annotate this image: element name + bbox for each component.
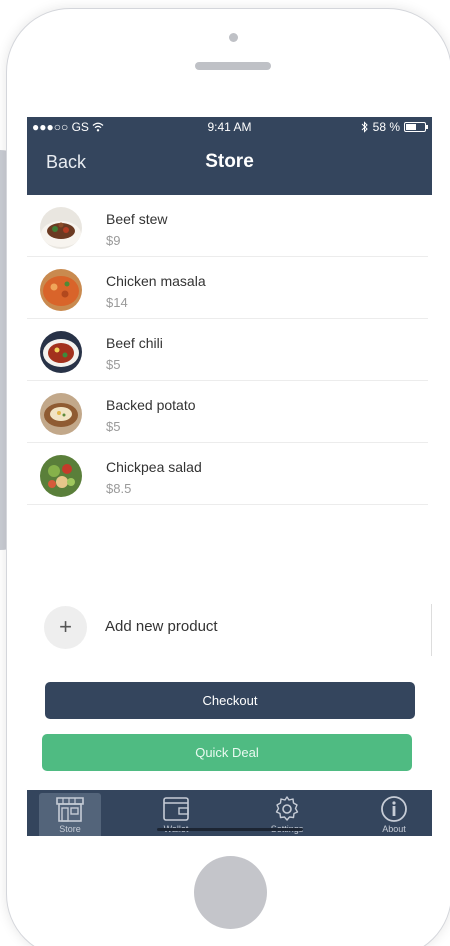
navigation-bar: Back Store — [27, 137, 432, 195]
product-row-chickpea-salad[interactable]: Chickpea salad $8.5 — [27, 443, 428, 505]
divider — [431, 604, 432, 656]
phone-frame: ●●●○○ GS 9:41 AM 58 % Back Store Beef st… — [6, 8, 450, 946]
tab-label: Store — [59, 824, 81, 834]
add-product-label: Add new product — [105, 618, 218, 635]
product-price: $14 — [106, 295, 128, 310]
product-price: $5 — [106, 357, 121, 372]
home-indicator — [157, 828, 303, 831]
chicken-masala-thumbnail — [40, 269, 82, 311]
store-icon — [56, 797, 84, 822]
product-price: $9 — [106, 233, 121, 248]
status-bar: ●●●○○ GS 9:41 AM 58 % — [27, 117, 432, 137]
product-price: $5 — [106, 419, 121, 434]
battery-icon — [404, 122, 428, 132]
product-name: Backed potato — [106, 397, 196, 413]
plus-icon[interactable]: + — [44, 606, 87, 649]
app-screen: ●●●○○ GS 9:41 AM 58 % Back Store Beef st… — [27, 117, 432, 836]
speaker-grille — [195, 62, 271, 70]
product-name: Beef stew — [106, 211, 168, 227]
tab-about[interactable]: About — [363, 793, 425, 836]
product-name: Chicken masala — [106, 273, 206, 289]
page-title: Store — [205, 151, 254, 172]
wallet-icon — [163, 797, 189, 821]
product-price: $8.5 — [106, 481, 132, 496]
product-row-backed-potato[interactable]: Backed potato $5 — [27, 381, 428, 443]
battery-percent: 58 % — [372, 120, 400, 134]
product-list: Beef stew $9 Chicken masala $14 Beef chi… — [27, 195, 432, 505]
add-product-row[interactable]: + Add new product — [27, 604, 432, 656]
product-row-beef-chili[interactable]: Beef chili $5 — [27, 319, 428, 381]
gear-icon — [275, 796, 299, 821]
product-row-chicken-masala[interactable]: Chicken masala $14 — [27, 257, 428, 319]
beef-chili-thumbnail — [40, 331, 82, 373]
quick-deal-button[interactable]: Quick Deal — [42, 734, 412, 771]
checkout-button[interactable]: Checkout — [45, 682, 415, 719]
camera-dot — [229, 33, 238, 42]
backed-potato-thumbnail — [40, 393, 82, 435]
beef-stew-thumbnail — [40, 207, 82, 249]
product-name: Chickpea salad — [106, 459, 202, 475]
info-icon — [381, 796, 407, 822]
product-name: Beef chili — [106, 335, 163, 351]
tab-label: About — [382, 824, 406, 834]
home-button[interactable] — [194, 856, 267, 929]
chickpea-salad-thumbnail — [40, 455, 82, 497]
product-row-beef-stew[interactable]: Beef stew $9 — [27, 195, 428, 257]
tab-store[interactable]: Store — [39, 793, 101, 836]
bluetooth-icon — [361, 121, 368, 133]
